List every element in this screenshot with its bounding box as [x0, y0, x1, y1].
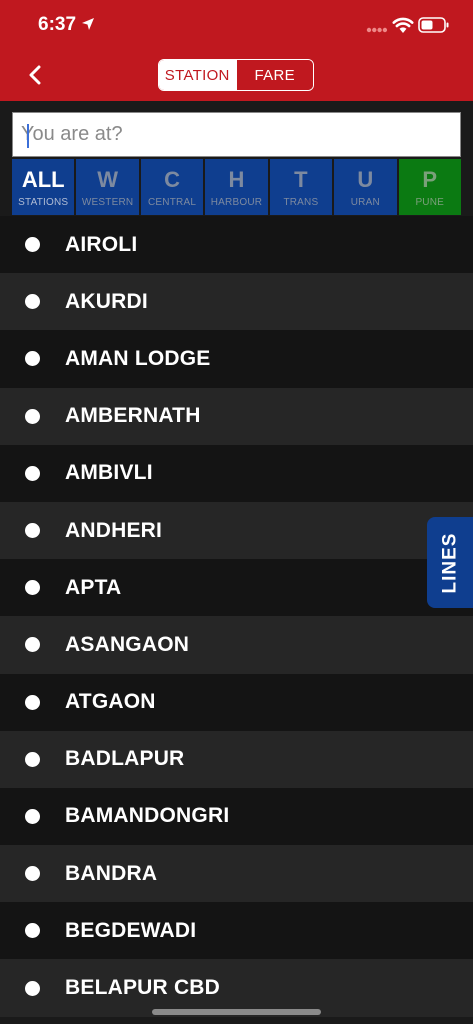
bullet-dot-icon [25, 751, 40, 767]
tab-fare[interactable]: FARE [235, 60, 313, 90]
bullet-dot-icon [25, 351, 40, 367]
app-header: 6:37 STATION FARE [0, 0, 473, 101]
bullet-dot-icon [25, 465, 40, 481]
text-caret [27, 124, 29, 148]
line-filter-letter: C [164, 166, 180, 192]
bullet-dot-icon [25, 294, 40, 310]
signal-icon [366, 27, 388, 33]
status-time: 6:37 [38, 14, 77, 35]
bullet-dot-icon [25, 523, 40, 539]
bullet-dot-icon [25, 866, 40, 882]
station-name: AMBERNATH [65, 404, 201, 428]
lines-button-label: LINES [439, 532, 461, 593]
search-box [12, 112, 461, 157]
station-row[interactable]: ANDHERI [0, 501, 473, 560]
bullet-dot-icon [25, 694, 40, 710]
station-name: ANDHERI [65, 518, 163, 542]
station-name: ATGAON [65, 690, 156, 714]
line-filter-letter: ALL [21, 166, 65, 192]
line-filter-letter: U [357, 166, 374, 192]
station-name: BAMANDONGRI [65, 804, 230, 828]
line-filter-uran[interactable]: U URAN [334, 159, 397, 215]
line-filter-label: PUNE [415, 196, 445, 208]
station-row[interactable]: BANDRA [0, 845, 473, 903]
station-row[interactable]: AIROLI [0, 216, 473, 274]
station-row[interactable]: AMAN LODGE [0, 330, 473, 388]
station-name: ASANGAON [65, 632, 190, 656]
line-filter-label: STATIONS [18, 196, 69, 208]
station-row[interactable]: ATGAON [0, 673, 473, 731]
mode-switch: STATION FARE [158, 59, 314, 91]
bullet-dot-icon [25, 980, 40, 996]
bullet-dot-icon [25, 923, 40, 939]
station-name: BEGDEWADI [65, 918, 197, 942]
battery-icon [418, 17, 449, 33]
station-row[interactable]: ASANGAON [0, 616, 473, 674]
line-filter-label: TRANS [283, 196, 319, 208]
station-list: AIROLI AKURDI AMAN LODGE AMBERNATH AMBIV… [0, 216, 473, 1024]
line-filter-label: URAN [350, 196, 380, 208]
line-filter-letter: H [228, 166, 245, 192]
bullet-dot-icon [25, 408, 40, 424]
back-button[interactable] [20, 60, 50, 90]
line-filter-label: HARBOUR [210, 196, 263, 208]
station-row[interactable]: AKURDI [0, 273, 473, 331]
station-name: BANDRA [65, 861, 158, 885]
station-name: APTA [65, 575, 122, 599]
station-row[interactable]: BADLAPUR [0, 730, 473, 788]
line-filter-label: WESTERN [81, 196, 134, 208]
line-filter-trans[interactable]: T TRANS [269, 159, 333, 215]
line-filter-western[interactable]: W WESTERN [76, 159, 139, 215]
station-row[interactable]: BEGDEWADI [0, 902, 473, 960]
bullet-dot-icon [25, 637, 40, 653]
line-filter-letter: P [422, 166, 438, 192]
line-filter-label: CENTRAL [148, 196, 197, 208]
station-row[interactable]: AMBERNATH [0, 387, 473, 445]
tab-station[interactable]: STATION [159, 60, 236, 90]
bullet-dot-icon [25, 237, 40, 253]
station-name: AMAN LODGE [65, 346, 211, 370]
search-input[interactable] [13, 113, 460, 156]
line-filter-harbour[interactable]: H HARBOUR [205, 159, 268, 215]
line-filter-all[interactable]: ALL STATIONS [12, 159, 75, 215]
chevron-left-icon [29, 65, 41, 85]
wifi-icon [392, 17, 414, 33]
station-name: AMBIVLI [65, 461, 153, 485]
line-filter-letter: T [294, 166, 308, 192]
home-indicator [152, 1009, 321, 1015]
location-arrow-icon [82, 18, 94, 30]
station-name: BADLAPUR [65, 747, 185, 771]
station-name: AIROLI [65, 232, 138, 256]
bullet-dot-icon [25, 580, 40, 596]
station-name: AKURDI [65, 289, 148, 313]
station-row[interactable]: BAMANDONGRI [0, 787, 473, 846]
station-name: BELAPUR CBD [65, 976, 221, 1000]
line-filter-letter: W [97, 166, 119, 192]
line-filter-bar: ALL STATIONS W WESTERN C CENTRAL H HARBO… [12, 159, 461, 215]
station-row[interactable]: AMBIVLI [0, 444, 473, 502]
line-filter-central[interactable]: C CENTRAL [140, 159, 204, 215]
lines-button[interactable]: LINES [427, 517, 473, 608]
bullet-dot-icon [25, 808, 40, 824]
station-row[interactable]: APTA [0, 559, 473, 617]
line-filter-pune[interactable]: P PUNE [398, 159, 461, 215]
